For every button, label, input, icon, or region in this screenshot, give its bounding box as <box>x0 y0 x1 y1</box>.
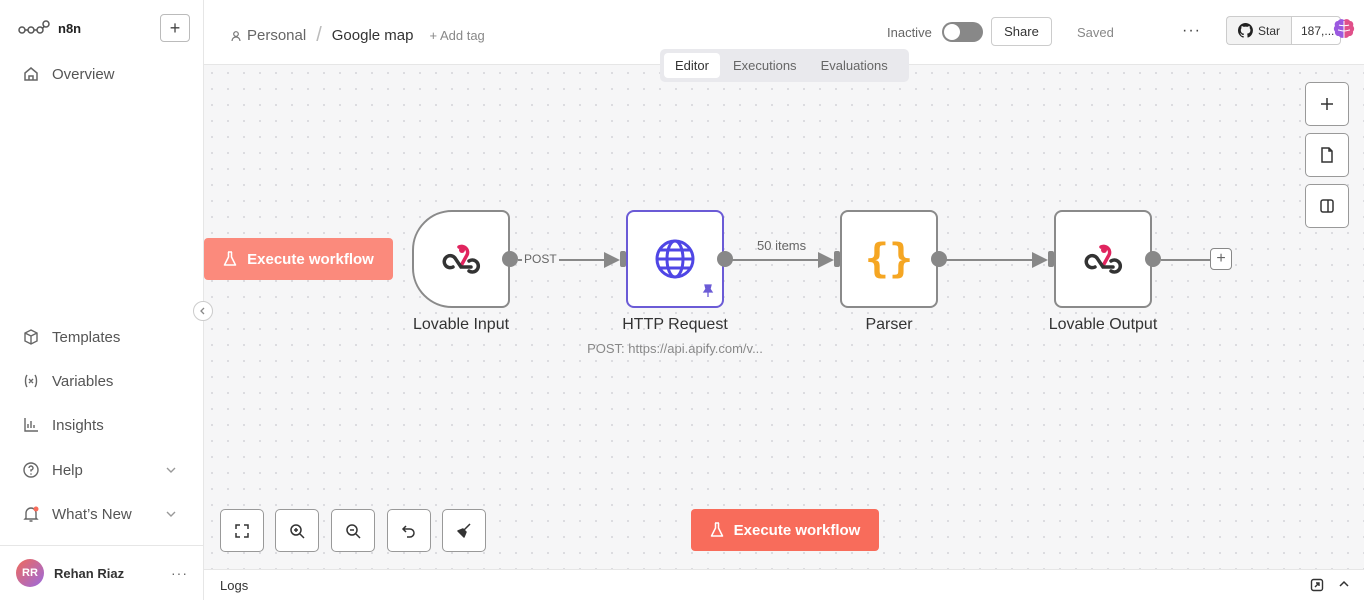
github-star-label: Star <box>1257 23 1280 38</box>
sticky-note-button[interactable] <box>1305 133 1349 177</box>
sidebar: n8n + Overview Templates Variables Insig… <box>0 0 204 600</box>
execute-label: Execute workflow <box>247 250 374 268</box>
sidebar-item-templates[interactable]: Templates <box>22 328 177 346</box>
more-options-button[interactable]: ··· <box>1182 22 1201 40</box>
tab-evaluations[interactable]: Evaluations <box>810 53 899 78</box>
home-icon <box>24 67 38 81</box>
add-node-button[interactable]: + <box>1210 248 1232 270</box>
user-name: Rehan Riaz <box>54 565 125 581</box>
help-icon <box>23 462 39 478</box>
edge-label-items: 50 items <box>757 238 807 253</box>
github-star-button[interactable]: Star <box>1226 16 1291 45</box>
bell-icon <box>23 506 39 522</box>
output-port[interactable] <box>931 251 947 267</box>
flask-icon <box>710 522 723 537</box>
bar-chart-icon <box>24 418 38 432</box>
user-profile[interactable]: RR Rehan Riaz ··· <box>0 545 204 600</box>
chevron-down-icon <box>166 467 176 473</box>
output-port[interactable] <box>717 251 733 267</box>
collapse-sidebar-button[interactable] <box>193 301 213 321</box>
node-parser[interactable]: {} <box>840 210 938 308</box>
variables-icon <box>24 374 38 388</box>
chevron-down-icon <box>166 511 176 517</box>
node-label: Lovable Input <box>412 316 510 333</box>
edge-label-post: POST <box>522 252 559 266</box>
node-subtitle: POST: https://api.apify.com/v... <box>587 341 763 356</box>
undo-button[interactable] <box>387 509 431 552</box>
zoom-out-icon <box>346 523 361 539</box>
chevron-left-icon <box>200 307 205 315</box>
fit-view-icon <box>235 523 249 538</box>
zoom-in-icon <box>290 523 305 539</box>
box-icon <box>24 329 38 345</box>
node-label: Lovable Output <box>1048 316 1158 333</box>
webhook-icon <box>1084 244 1122 274</box>
globe-icon <box>655 239 695 279</box>
view-tabs: Editor Executions Evaluations <box>660 49 909 82</box>
chevron-up-icon[interactable] <box>1338 578 1350 590</box>
braces-icon: {} <box>864 236 914 282</box>
execute-workflow-button[interactable]: Execute workflow <box>691 509 879 551</box>
n8n-logo-icon <box>18 20 50 34</box>
zoom-out-button[interactable] <box>331 509 375 552</box>
node-label: Parser <box>865 316 913 333</box>
broom-icon <box>457 522 471 538</box>
status-label: Inactive <box>887 25 932 40</box>
pin-icon <box>702 284 714 297</box>
sidebar-item-label: Insights <box>52 416 104 434</box>
user-menu-button[interactable]: ··· <box>171 565 188 581</box>
add-node-panel-button[interactable] <box>1305 82 1349 126</box>
user-icon <box>231 30 241 41</box>
panel-icon <box>1320 199 1334 213</box>
node-label: HTTP Request <box>622 316 728 333</box>
sidebar-item-label: Templates <box>52 328 121 346</box>
sidebar-item-variables[interactable]: Variables <box>22 372 177 390</box>
share-button[interactable]: Share <box>991 17 1052 46</box>
brand-name: n8n <box>58 20 82 36</box>
output-port[interactable] <box>502 251 518 267</box>
node-lovable-input[interactable] <box>412 210 510 308</box>
node-lovable-output[interactable] <box>1054 210 1152 308</box>
fit-view-button[interactable] <box>220 509 264 552</box>
breadcrumb-separator: / <box>316 24 322 46</box>
project-name: Personal <box>247 27 307 44</box>
execute-workflow-side-button[interactable]: Execute workflow <box>204 238 393 280</box>
plus-icon <box>1321 98 1333 110</box>
output-port[interactable] <box>1145 251 1161 267</box>
sidebar-item-help[interactable]: Help <box>22 461 177 479</box>
ai-assistant-icon[interactable] <box>1332 18 1356 40</box>
execute-label: Execute workflow <box>733 521 861 539</box>
workflow-name[interactable]: Google map <box>332 27 414 44</box>
breadcrumb-project[interactable]: Personal <box>230 27 306 44</box>
add-tag-button[interactable]: + Add tag <box>429 28 484 43</box>
zoom-in-button[interactable] <box>275 509 319 552</box>
brand[interactable]: n8n <box>18 20 81 36</box>
tab-editor[interactable]: Editor <box>664 53 720 78</box>
pop-out-icon[interactable] <box>1310 578 1324 592</box>
webhook-icon <box>442 244 480 274</box>
sidebar-item-label: Variables <box>52 372 114 390</box>
new-button[interactable]: + <box>160 14 190 42</box>
tab-executions[interactable]: Executions <box>722 53 808 78</box>
tidy-up-button[interactable] <box>442 509 486 552</box>
breadcrumb: Personal / Google map + Add tag <box>230 24 485 47</box>
sidebar-item-label: Overview <box>52 65 115 83</box>
github-icon <box>1238 23 1253 38</box>
sidebar-item-whats-new[interactable]: What’s New <box>22 505 177 523</box>
active-toggle[interactable] <box>942 22 983 42</box>
save-state: Saved <box>1077 25 1114 40</box>
undo-icon <box>401 524 415 538</box>
sidebar-item-overview[interactable]: Overview <box>22 65 177 83</box>
sidebar-item-label: What’s New <box>52 505 132 523</box>
avatar: RR <box>16 559 44 587</box>
flask-icon <box>223 251 237 266</box>
sidebar-item-insights[interactable]: Insights <box>22 416 177 434</box>
toggle-panel-button[interactable] <box>1305 184 1349 228</box>
logs-bar[interactable]: Logs <box>204 569 1364 600</box>
note-icon <box>1321 147 1333 163</box>
sidebar-item-label: Help <box>52 461 83 479</box>
logs-label: Logs <box>220 577 249 593</box>
